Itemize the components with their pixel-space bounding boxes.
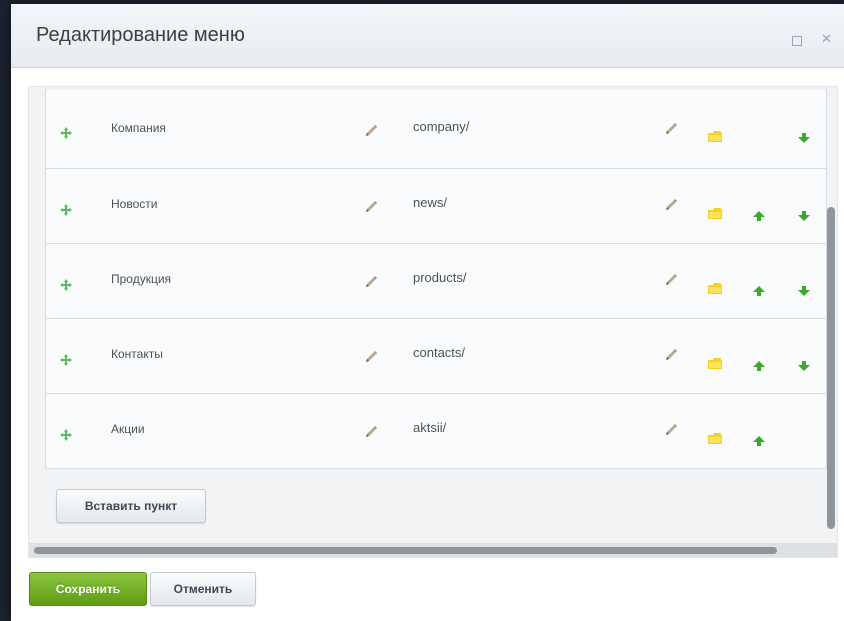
horizontal-scrollbar[interactable] (29, 543, 837, 557)
move-up-arrow-icon[interactable] (753, 433, 765, 446)
folder-icon[interactable] (708, 431, 722, 444)
edit-name-pencil-icon[interactable] (363, 199, 379, 215)
move-down-arrow-icon[interactable] (798, 208, 810, 221)
drag-handle-icon[interactable] (60, 126, 72, 139)
move-up-arrow-icon[interactable] (753, 283, 765, 296)
cancel-button[interactable]: Отменить (150, 572, 256, 606)
move-down-arrow-icon[interactable] (798, 130, 810, 143)
folder-icon[interactable] (708, 281, 722, 294)
dialog-title: Редактирование меню (36, 24, 245, 46)
close-icon[interactable]: ✕ (821, 31, 832, 47)
edit-name-pencil-icon[interactable] (363, 424, 379, 440)
menu-item-name: Акции (111, 422, 145, 436)
menu-item-row: Компания company/ (45, 87, 827, 169)
save-button[interactable]: Сохранить (29, 572, 147, 606)
drag-handle-icon[interactable] (60, 428, 72, 441)
folder-icon[interactable] (708, 129, 722, 142)
menu-items-list: Компания company/Новости news/Продукция pro… (45, 87, 827, 469)
edit-url-pencil-icon[interactable] (663, 272, 679, 288)
move-up-arrow-icon[interactable] (753, 208, 765, 221)
vertical-scrollbar-thumb[interactable] (827, 207, 835, 529)
move-up-arrow-icon[interactable] (753, 358, 765, 371)
edit-name-pencil-icon[interactable] (363, 123, 379, 139)
menu-item-row: Новости news/ (45, 168, 827, 244)
edit-menu-dialog: Редактирование меню ✕ Компания company/Но… (11, 4, 844, 621)
move-down-arrow-icon[interactable] (798, 283, 810, 296)
menu-item-name: Новости (111, 197, 158, 211)
menu-item-url: company/ (413, 119, 470, 134)
menu-item-row: Продукция products/ (45, 243, 827, 319)
move-down-arrow-icon[interactable] (798, 358, 810, 371)
menu-item-name: Контакты (111, 347, 163, 361)
menu-item-url: news/ (413, 195, 447, 210)
horizontal-scrollbar-thumb[interactable] (34, 547, 777, 554)
edit-url-pencil-icon[interactable] (663, 422, 679, 438)
menu-item-row: Контакты contacts/ (45, 318, 827, 394)
menu-item-url: products/ (413, 270, 467, 285)
edit-url-pencil-icon[interactable] (663, 121, 679, 137)
edit-url-pencil-icon[interactable] (663, 197, 679, 213)
folder-icon[interactable] (708, 206, 722, 219)
maximize-icon[interactable] (792, 36, 802, 46)
menu-item-row: Акции aktsii/ (45, 393, 827, 469)
drag-handle-icon[interactable] (60, 353, 72, 366)
edit-name-pencil-icon[interactable] (363, 274, 379, 290)
edit-name-pencil-icon[interactable] (363, 349, 379, 365)
menu-item-url: aktsii/ (413, 420, 447, 435)
dialog-titlebar[interactable]: Редактирование меню ✕ (11, 4, 844, 68)
menu-items-panel: Компания company/Новости news/Продукция pro… (28, 86, 838, 558)
menu-item-url: contacts/ (413, 345, 466, 360)
menu-item-name: Продукция (111, 272, 172, 286)
vertical-scrollbar[interactable] (825, 87, 837, 543)
folder-icon[interactable] (708, 356, 722, 369)
menu-item-name: Компания (111, 121, 166, 135)
drag-handle-icon[interactable] (60, 203, 72, 216)
edit-url-pencil-icon[interactable] (663, 347, 679, 363)
insert-item-button[interactable]: Вставить пункт (56, 489, 206, 523)
drag-handle-icon[interactable] (60, 278, 72, 291)
